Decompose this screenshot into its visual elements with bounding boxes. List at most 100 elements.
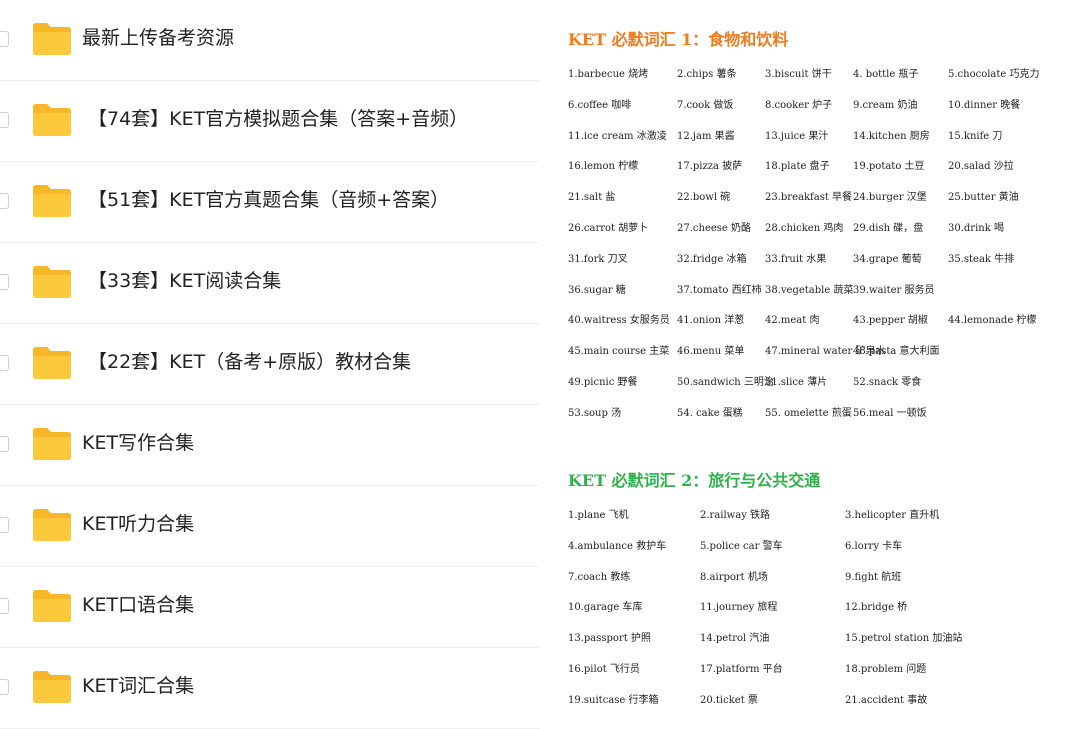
- folder-row[interactable]: KET写作合集: [0, 405, 540, 486]
- vocab-word: 5.police car 警车: [700, 541, 783, 552]
- vocab-word: 13.passport 护照: [568, 633, 651, 644]
- vocab-word: 53.soup 汤: [568, 408, 622, 419]
- vocab-word: 9.fight 航班: [845, 572, 902, 583]
- folder-name: KET写作合集: [82, 432, 195, 454]
- vocab-word: 37.tomato 西红柿: [677, 285, 762, 296]
- vocab-word: 49.picnic 野餐: [568, 377, 638, 388]
- vocab-word: 44.lemonade 柠檬: [948, 315, 1037, 326]
- vocab-word: 19.suitcase 行李箱: [568, 695, 659, 706]
- folder-row[interactable]: 【74套】KET官方模拟题合集（答案+音频）: [0, 81, 540, 162]
- vocab-word: 9.cream 奶油: [853, 100, 918, 111]
- vocab-word: 27.cheese 奶酪: [677, 223, 752, 234]
- row-checkbox[interactable]: [0, 598, 9, 614]
- vocab-word: 22.bowl 碗: [677, 192, 731, 203]
- row-checkbox[interactable]: [0, 517, 9, 533]
- vocab-word: 55. omelette 煎蛋: [765, 408, 852, 419]
- vocab-word: 24.burger 汉堡: [853, 192, 927, 203]
- folder-name: 最新上传备考资源: [82, 27, 235, 49]
- vocab-word: 46.menu 菜单: [677, 346, 745, 357]
- folder-name: KET词汇合集: [82, 675, 195, 697]
- folder-name: 【74套】KET官方模拟题合集（答案+音频）: [88, 108, 469, 130]
- section-title-food: KET 必默词汇 1：食物和饮料: [568, 30, 789, 49]
- vocab-word: 11.ice cream 冰激凌: [568, 131, 667, 142]
- vocab-word: 54. cake 蛋糕: [677, 408, 743, 419]
- folder-row[interactable]: 【33套】KET阅读合集: [0, 243, 540, 324]
- folder-list: 最新上传备考资源【74套】KET官方模拟题合集（答案+音频） 【51套】KET官方…: [0, 0, 540, 729]
- vocab-word: 1.plane 飞机: [568, 510, 629, 521]
- folder-name: KET口语合集: [82, 594, 195, 616]
- folder-row[interactable]: 【51套】KET官方真题合集（音频+答案）: [0, 162, 540, 243]
- vocab-word: 42.meat 肉: [765, 315, 820, 326]
- vocab-word: 20.ticket 票: [700, 695, 758, 706]
- vocab-word: 39.waiter 服务员: [853, 285, 935, 296]
- vocab-word: 13.juice 果汁: [765, 131, 829, 142]
- folder-name: 【22套】KET（备考+原版）教材合集: [88, 351, 412, 373]
- vocab-word: 10.dinner 晚餐: [948, 100, 1021, 111]
- vocab-word: 45.main course 主菜: [568, 346, 670, 357]
- folder-row[interactable]: KET口语合集: [0, 567, 540, 648]
- vocab-word: 14.kitchen 厨房: [853, 131, 930, 142]
- vocab-word: 1.barbecue 烧烤: [568, 69, 649, 80]
- folder-row[interactable]: 【22套】KET（备考+原版）教材合集: [0, 324, 540, 405]
- vocab-word: 2.chips 薯条: [677, 69, 737, 80]
- vocab-word: 17.pizza 披萨: [677, 161, 743, 172]
- vocab-word: 7.coach 教练: [568, 572, 631, 583]
- vocab-word: 26.carrot 胡萝卜: [568, 223, 649, 234]
- vocab-word: 30.drink 喝: [948, 223, 1004, 234]
- row-checkbox[interactable]: [0, 31, 9, 47]
- vocab-word: 34.grape 葡萄: [853, 254, 922, 265]
- row-checkbox[interactable]: [0, 436, 9, 452]
- vocab-word: 28.chicken 鸡肉: [765, 223, 844, 234]
- row-checkbox[interactable]: [0, 355, 9, 371]
- vocab-word: 38.vegetable 蔬菜: [765, 285, 854, 296]
- row-checkbox[interactable]: [0, 679, 9, 695]
- vocab-word: 12.bridge 桥: [845, 602, 908, 613]
- folder-icon: [31, 425, 73, 461]
- vocab-word: 11.journey 旅程: [700, 602, 778, 613]
- section-title-travel: KET 必默词汇 2：旅行与公共交通: [568, 471, 821, 490]
- vocab-word: 10.garage 车库: [568, 602, 643, 613]
- folder-row[interactable]: KET词汇合集: [0, 648, 540, 729]
- vocab-word: 50.sandwich 三明治: [677, 377, 774, 388]
- vocab-word: 36.sugar 糖: [568, 285, 626, 296]
- vocab-word: 32.fridge 冰箱: [677, 254, 747, 265]
- vocab-word: 6.lorry 卡车: [845, 541, 903, 552]
- vocab-word: 43.pepper 胡椒: [853, 315, 928, 326]
- row-checkbox[interactable]: [0, 274, 9, 290]
- folder-row[interactable]: KET听力合集: [0, 486, 540, 567]
- vocab-word: 56.meal 一顿饭: [853, 408, 927, 419]
- row-checkbox[interactable]: [0, 112, 9, 128]
- folder-row[interactable]: 最新上传备考资源: [0, 0, 540, 81]
- vocab-word: 7.cook 做饭: [677, 100, 734, 111]
- vocab-word: 6.coffee 咖啡: [568, 100, 632, 111]
- vocab-word: 41.onion 洋葱: [677, 315, 745, 326]
- vocab-word: 15.knife 刀: [948, 131, 1003, 142]
- vocab-word: 2.railway 铁路: [700, 510, 771, 521]
- vocab-word: 16.pilot 飞行员: [568, 664, 640, 675]
- vocab-word: 17.platform 平台: [700, 664, 783, 675]
- vocab-word: 52.snack 零食: [853, 377, 922, 388]
- vocabulary-panel: KET 必默词汇 1：食物和饮料 KET 必默词汇 2：旅行与公共交通 1.ba…: [540, 0, 1080, 727]
- vocab-word: 3.helicopter 直升机: [845, 510, 940, 521]
- vocab-word: 15.petrol station 加油站: [845, 633, 963, 644]
- vocab-word: 4. bottle 瓶子: [853, 69, 919, 80]
- folder-icon: [31, 668, 73, 704]
- row-checkbox[interactable]: [0, 193, 9, 209]
- vocab-word: 12.jam 果酱: [677, 131, 735, 142]
- folder-icon: [31, 20, 73, 56]
- vocab-word: 48.pasta 意大利面: [853, 346, 940, 357]
- vocab-word: 40.waitress 女服务员: [568, 315, 670, 326]
- vocab-word: 21.accident 事故: [845, 695, 928, 706]
- vocab-word: 35.steak 牛排: [948, 254, 1015, 265]
- vocab-word: 18.problem 问题: [845, 664, 927, 675]
- folder-name: KET听力合集: [82, 513, 195, 535]
- folder-icon: [31, 101, 73, 137]
- vocab-word: 25.butter 黄油: [948, 192, 1019, 203]
- folder-icon: [31, 344, 73, 380]
- folder-icon: [31, 587, 73, 623]
- vocab-word: 14.petrol 汽油: [700, 633, 770, 644]
- vocab-word: 20.salad 沙拉: [948, 161, 1014, 172]
- folder-icon: [31, 182, 73, 218]
- vocab-word: 4.ambulance 救护车: [568, 541, 667, 552]
- vocab-word: 33.fruit 水果: [765, 254, 827, 265]
